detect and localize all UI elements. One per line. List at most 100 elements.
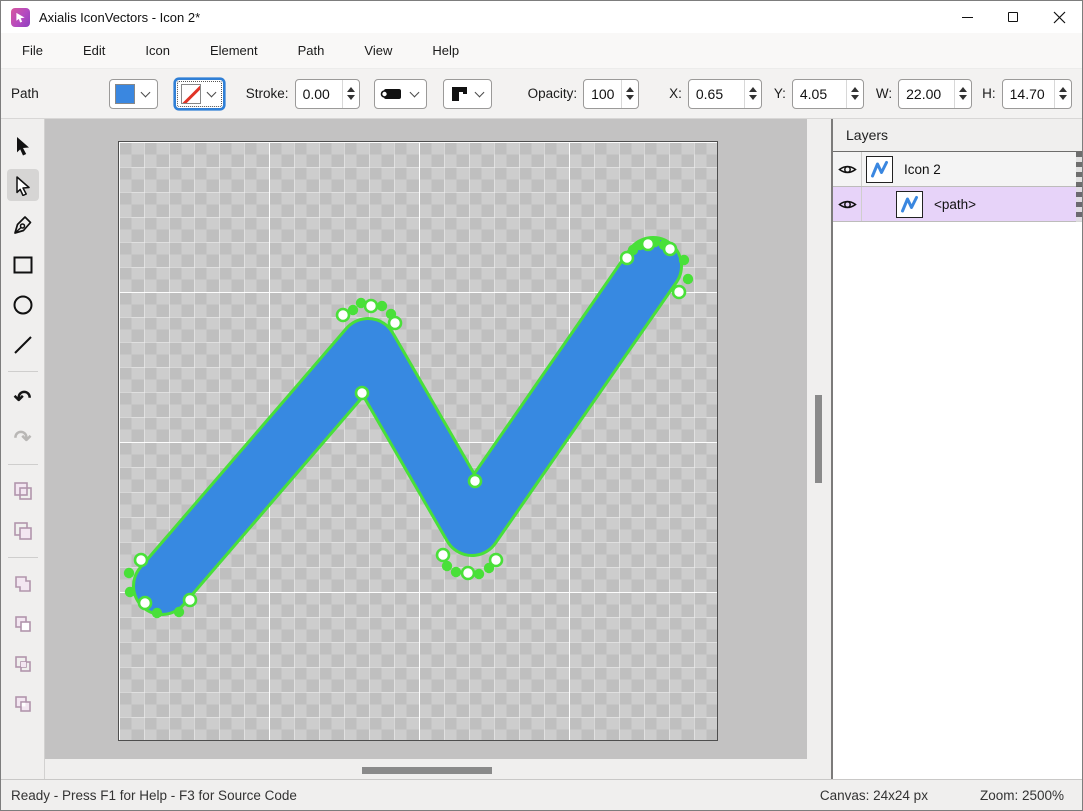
anchor-point-handle[interactable] [184, 594, 196, 606]
send-backward-button[interactable] [7, 515, 39, 547]
spin-up-icon[interactable] [959, 87, 967, 92]
bring-forward-button[interactable] [7, 475, 39, 507]
intersect-button[interactable] [7, 648, 39, 680]
divider [8, 557, 38, 558]
menu-view[interactable]: View [347, 33, 409, 69]
anchor-point-handle[interactable] [365, 300, 377, 312]
bezier-control-handle[interactable] [125, 587, 135, 597]
line-tool-button[interactable] [7, 329, 39, 361]
zigzag-path-shape[interactable] [119, 142, 719, 742]
close-button[interactable] [1036, 1, 1082, 33]
anchor-point-handle[interactable] [356, 387, 368, 399]
visibility-toggle[interactable] [833, 187, 862, 221]
h-input[interactable]: 14.70 [1002, 79, 1072, 109]
spin-up-icon[interactable] [347, 87, 355, 92]
menu-file[interactable]: File [5, 33, 60, 69]
x-input[interactable]: 0.65 [688, 79, 762, 109]
stroke-color-dropdown[interactable] [175, 79, 224, 109]
spinner-arrows[interactable] [846, 80, 863, 108]
anchor-point-handle[interactable] [642, 238, 654, 250]
bezier-control-handle[interactable] [474, 569, 484, 579]
anchor-point-handle[interactable] [490, 554, 502, 566]
anchor-point-handle[interactable] [664, 243, 676, 255]
subtract-button[interactable] [7, 608, 39, 640]
w-input[interactable]: 22.00 [898, 79, 972, 109]
spin-down-icon[interactable] [626, 95, 634, 100]
y-input[interactable]: 4.05 [792, 79, 864, 109]
panel-resize-grip[interactable] [1076, 152, 1082, 222]
spinner-arrows[interactable] [621, 80, 638, 108]
anchor-point-handle[interactable] [469, 475, 481, 487]
spin-down-icon[interactable] [851, 95, 859, 100]
minimize-button[interactable] [944, 1, 990, 33]
anchor-point-handle[interactable] [337, 309, 349, 321]
spinner-arrows[interactable] [342, 80, 359, 108]
menu-help[interactable]: Help [415, 33, 476, 69]
undo-button[interactable]: ↶ [7, 382, 39, 414]
anchor-point-handle[interactable] [621, 252, 633, 264]
subtract-icon [12, 613, 34, 635]
anchor-point-handle[interactable] [139, 597, 151, 609]
horizontal-scrollbar[interactable] [45, 759, 807, 779]
spin-up-icon[interactable] [749, 87, 757, 92]
stroke-width-input[interactable]: 0.00 [295, 79, 360, 109]
spinner-arrows[interactable] [954, 80, 971, 108]
visibility-toggle[interactable] [833, 152, 862, 186]
line-join-dropdown[interactable] [443, 79, 492, 109]
bezier-control-handle[interactable] [683, 274, 693, 284]
layer-row-icon2[interactable]: Icon 2 [833, 152, 1082, 187]
vertical-scrollbar-thumb[interactable] [815, 395, 822, 483]
menu-edit[interactable]: Edit [66, 33, 122, 69]
bezier-control-handle[interactable] [377, 301, 387, 311]
anchor-point-handle[interactable] [389, 317, 401, 329]
anchor-point-handle[interactable] [437, 549, 449, 561]
maximize-icon [1008, 12, 1018, 22]
anchor-point-handle[interactable] [673, 286, 685, 298]
union-button[interactable] [7, 568, 39, 600]
bezier-control-handle[interactable] [679, 255, 689, 265]
bezier-control-handle[interactable] [124, 568, 134, 578]
spin-up-icon[interactable] [1059, 87, 1067, 92]
rectangle-tool-button[interactable] [7, 249, 39, 281]
horizontal-scrollbar-thumb[interactable] [362, 767, 492, 774]
fill-color-dropdown[interactable] [109, 79, 158, 109]
opacity-input[interactable]: 100 [583, 79, 639, 109]
path-fill[interactable] [162, 266, 653, 586]
spin-up-icon[interactable] [626, 87, 634, 92]
bezier-control-handle[interactable] [442, 561, 452, 571]
spin-down-icon[interactable] [749, 95, 757, 100]
exclude-button[interactable] [7, 688, 39, 720]
stroke-width-label: Stroke: [246, 86, 289, 101]
maximize-button[interactable] [990, 1, 1036, 33]
bezier-control-handle[interactable] [174, 607, 184, 617]
pen-tool-button[interactable] [7, 209, 39, 241]
ellipse-tool-button[interactable] [7, 289, 39, 321]
spin-down-icon[interactable] [347, 95, 355, 100]
direct-select-tool-button[interactable] [7, 169, 39, 201]
zigzag-thumbnail-icon [899, 194, 920, 215]
layer-row-path[interactable]: <path> [833, 187, 1082, 222]
canvas-viewport[interactable] [45, 119, 831, 779]
statusbar: Ready - Press F1 for Help - F3 for Sourc… [1, 779, 1082, 810]
anchor-point-handle[interactable] [135, 554, 147, 566]
layer-label[interactable]: Icon 2 [904, 162, 941, 177]
redo-button[interactable]: ↷ [7, 422, 39, 454]
menu-element[interactable]: Element [193, 33, 275, 69]
chevron-down-icon [409, 87, 419, 97]
anchor-point-handle[interactable] [462, 567, 474, 579]
spinner-arrows[interactable] [744, 80, 761, 108]
spin-down-icon[interactable] [959, 95, 967, 100]
eye-icon [838, 198, 857, 211]
bezier-control-handle[interactable] [451, 567, 461, 577]
spin-down-icon[interactable] [1059, 95, 1067, 100]
select-tool-button[interactable] [7, 129, 39, 161]
menu-icon[interactable]: Icon [128, 33, 187, 69]
spinner-arrows[interactable] [1054, 80, 1071, 108]
menu-path[interactable]: Path [281, 33, 342, 69]
bezier-control-handle[interactable] [152, 608, 162, 618]
line-cap-dropdown[interactable] [374, 79, 427, 109]
artboard[interactable] [118, 141, 718, 741]
vertical-scrollbar[interactable] [807, 119, 831, 779]
layer-label[interactable]: <path> [934, 197, 976, 212]
spin-up-icon[interactable] [851, 87, 859, 92]
